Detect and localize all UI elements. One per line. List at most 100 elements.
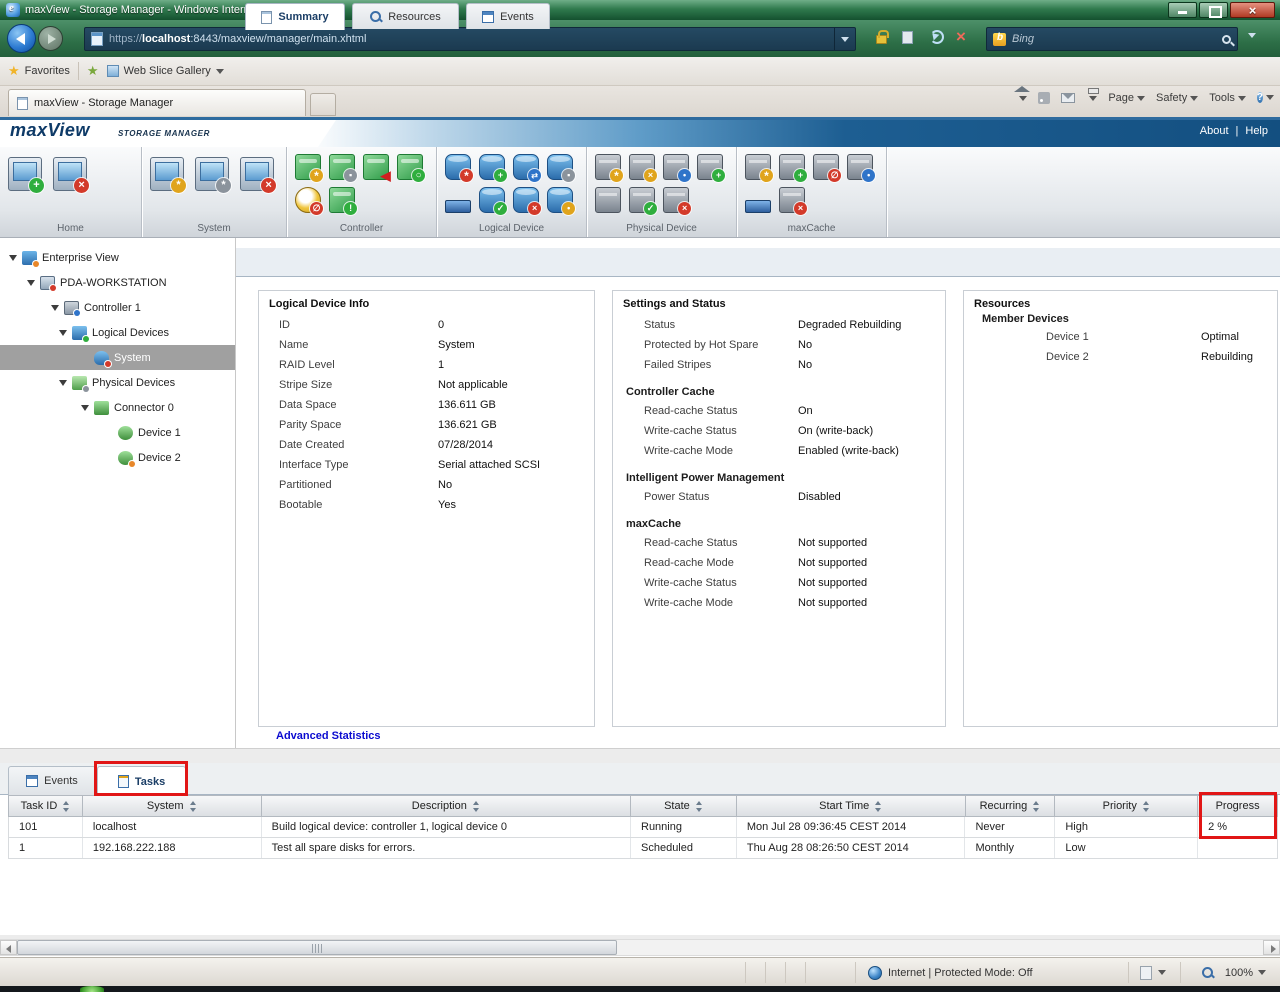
silence-alarm-icon[interactable]	[295, 187, 321, 213]
maxcache-create-icon[interactable]	[779, 154, 805, 180]
controller-save-config-icon[interactable]	[329, 154, 355, 180]
refresh-button[interactable]	[930, 30, 944, 44]
column-header-description[interactable]: Description	[262, 796, 631, 816]
controller-settings-icon[interactable]	[295, 154, 321, 180]
url-dropdown-button[interactable]	[834, 28, 849, 50]
tree-item-device-1[interactable]: Device 1	[0, 420, 235, 445]
add-favorite-icon[interactable]	[87, 63, 99, 79]
start-orb-icon[interactable]	[80, 986, 104, 992]
scroll-left-button[interactable]	[0, 940, 17, 955]
add-system-icon[interactable]	[8, 157, 42, 191]
tree-item-connector-0[interactable]: Connector 0	[0, 395, 235, 420]
expander-icon[interactable]	[80, 402, 91, 413]
delete-system-icon[interactable]	[53, 157, 87, 191]
tab-summary[interactable]: Summary	[245, 3, 345, 30]
scroll-right-button[interactable]	[1263, 940, 1280, 955]
maximize-button[interactable]	[1199, 2, 1228, 18]
sort-icon[interactable]	[1143, 801, 1150, 812]
favorites-button[interactable]: Favorites	[25, 65, 70, 77]
maxcache-settings-icon[interactable]	[745, 154, 771, 180]
stop-button[interactable]	[956, 30, 970, 44]
delete-logical-device-icon[interactable]	[513, 187, 539, 213]
zoom-control[interactable]: 100%	[1202, 958, 1266, 987]
migrate-logical-device-icon[interactable]	[513, 154, 539, 180]
maxcache-delete-icon[interactable]	[779, 187, 805, 213]
safety-menu[interactable]: Safety	[1156, 92, 1198, 104]
tree-item-enterprise-view[interactable]: Enterprise View	[0, 245, 235, 270]
help-link[interactable]: Help	[1245, 125, 1268, 137]
sort-icon[interactable]	[473, 801, 480, 812]
column-header-state[interactable]: State	[631, 796, 737, 816]
tree-item-controller-1[interactable]: Controller 1	[0, 295, 235, 320]
tools-menu[interactable]: Tools	[1209, 92, 1246, 104]
tab-tasks[interactable]: Tasks	[97, 766, 186, 796]
controller-diagnostics-icon[interactable]	[329, 187, 355, 213]
search-dropdown-icon[interactable]	[1248, 33, 1256, 38]
chevron-down-icon[interactable]	[216, 69, 224, 74]
search-input[interactable]: Bing	[986, 27, 1238, 51]
web-slice-gallery-button[interactable]: Web Slice Gallery	[124, 65, 211, 77]
help-button[interactable]	[1257, 91, 1274, 105]
column-header-task-id[interactable]: Task ID	[9, 796, 83, 816]
expander-icon[interactable]	[26, 277, 37, 288]
column-header-recurring[interactable]: Recurring	[966, 796, 1056, 816]
clear-configuration-icon[interactable]	[240, 157, 274, 191]
minimize-button[interactable]	[1168, 2, 1197, 18]
column-header-start-time[interactable]: Start Time	[737, 796, 966, 816]
url-field[interactable]: https://localhost:8443/maxview/manager/m…	[84, 27, 856, 51]
tree-item-logical-devices[interactable]: Logical Devices	[0, 320, 235, 345]
tab-events[interactable]: Events	[466, 3, 550, 29]
forward-button[interactable]	[38, 26, 63, 51]
physical-initialize-icon[interactable]	[697, 154, 723, 180]
sort-icon[interactable]	[190, 801, 197, 812]
logical-schedule-icon[interactable]	[547, 187, 573, 213]
page-menu[interactable]: Page	[1108, 92, 1145, 104]
column-header-progress[interactable]: Progress	[1198, 796, 1277, 816]
logical-settings-icon[interactable]	[445, 154, 471, 180]
verify-physical-device-icon[interactable]	[629, 187, 655, 213]
physical-settings-icon[interactable]	[595, 154, 621, 180]
rss-feed-icon[interactable]	[1038, 92, 1050, 104]
sort-icon[interactable]	[1033, 801, 1040, 812]
tab-resources[interactable]: Resources	[352, 3, 459, 29]
maxcache-status-icon[interactable]	[847, 154, 873, 180]
maxcache-keyboard-icon[interactable]	[745, 200, 771, 213]
about-link[interactable]: About	[1200, 125, 1229, 137]
column-header-system[interactable]: System	[83, 796, 262, 816]
expander-icon[interactable]	[58, 377, 69, 388]
advanced-statistics-link[interactable]: Advanced Statistics	[276, 730, 381, 742]
page-mode-button[interactable]	[1140, 958, 1166, 987]
print-button[interactable]	[1086, 92, 1097, 104]
create-logical-device-icon[interactable]	[479, 154, 505, 180]
tab-events-bottom[interactable]: Events	[8, 766, 96, 795]
expander-icon[interactable]	[8, 252, 19, 263]
logical-lock-icon[interactable]	[547, 154, 573, 180]
browser-tab[interactable]: maxView - Storage Manager	[8, 89, 306, 116]
search-icon[interactable]	[1222, 35, 1231, 44]
expander-icon[interactable]	[58, 327, 69, 338]
physical-uninitialize-icon[interactable]	[629, 154, 655, 180]
compatibility-view-button[interactable]	[902, 31, 913, 44]
close-button[interactable]	[1230, 2, 1275, 18]
physical-locate-icon[interactable]	[663, 154, 689, 180]
home-button[interactable]	[1016, 92, 1027, 104]
physical-remove-icon[interactable]	[663, 187, 689, 213]
tree-item-workstation[interactable]: PDA-WORKSTATION	[0, 270, 235, 295]
physical-device-icon[interactable]	[595, 187, 621, 213]
sort-icon[interactable]	[63, 801, 70, 812]
system-settings-icon[interactable]	[150, 157, 184, 191]
table-row[interactable]: 1 192.168.222.188 Test all spare disks f…	[8, 838, 1278, 859]
expander-icon[interactable]	[50, 302, 61, 313]
tree-item-system[interactable]: System	[0, 345, 235, 370]
new-tab-button[interactable]	[310, 93, 336, 116]
table-row[interactable]: 101 localhost Build logical device: cont…	[8, 817, 1278, 838]
logical-keyboard-icon[interactable]	[445, 200, 471, 213]
tree-item-device-2[interactable]: Device 2	[0, 445, 235, 470]
sort-icon[interactable]	[875, 801, 882, 812]
mail-icon[interactable]	[1061, 93, 1075, 103]
controller-restore-icon[interactable]	[363, 154, 389, 180]
horizontal-scrollbar[interactable]	[0, 939, 1280, 956]
back-button[interactable]	[7, 24, 36, 53]
verify-logical-device-icon[interactable]	[479, 187, 505, 213]
tree-item-physical-devices[interactable]: Physical Devices	[0, 370, 235, 395]
